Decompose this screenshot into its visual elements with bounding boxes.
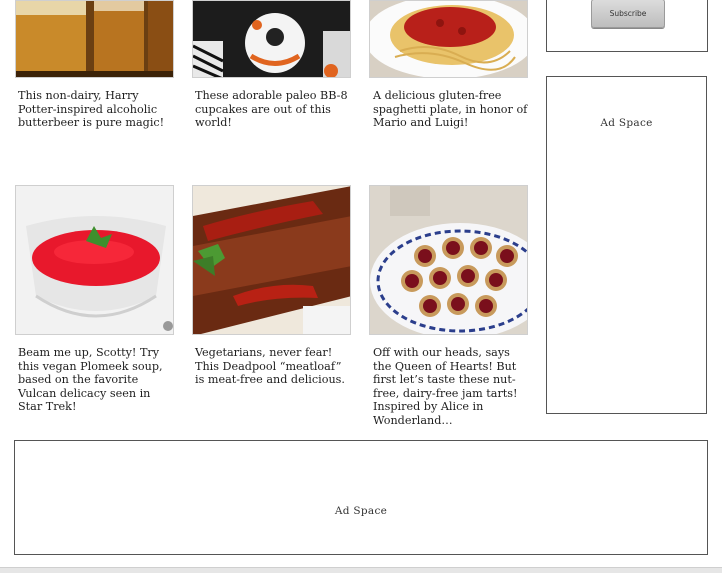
article-caption[interactable]: Vegetarians, never fear! This Deadpool “… <box>195 346 351 387</box>
sidebar-ad-space: Ad Space <box>546 76 707 414</box>
subscribe-widget: Subscribe <box>546 0 708 52</box>
spaghetti-image[interactable] <box>369 0 528 78</box>
ad-space-label: Ad Space <box>334 505 388 517</box>
article-caption[interactable]: These adorable paleo BB-8 cupcakes are o… <box>195 89 351 130</box>
page-bottom-divider <box>0 567 722 573</box>
subscribe-button[interactable]: Subscribe <box>591 0 665 28</box>
plomeek-soup-image[interactable] <box>15 185 174 335</box>
article-caption[interactable]: This non-dairy, Harry Potter-inspired al… <box>18 89 174 130</box>
article-caption[interactable]: Off with our heads, says the Queen of He… <box>373 346 529 427</box>
jam-tarts-image[interactable] <box>369 185 528 335</box>
meatloaf-image[interactable] <box>192 185 351 335</box>
bb8-cupcakes-image[interactable] <box>192 0 351 78</box>
butterbeer-image[interactable] <box>15 0 174 78</box>
article-caption[interactable]: A delicious gluten-free spaghetti plate,… <box>373 89 529 130</box>
footer-ad-space: Ad Space <box>14 440 708 555</box>
ad-space-label: Ad Space <box>600 117 653 129</box>
article-caption[interactable]: Beam me up, Scotty! Try this vegan Plome… <box>18 346 174 414</box>
